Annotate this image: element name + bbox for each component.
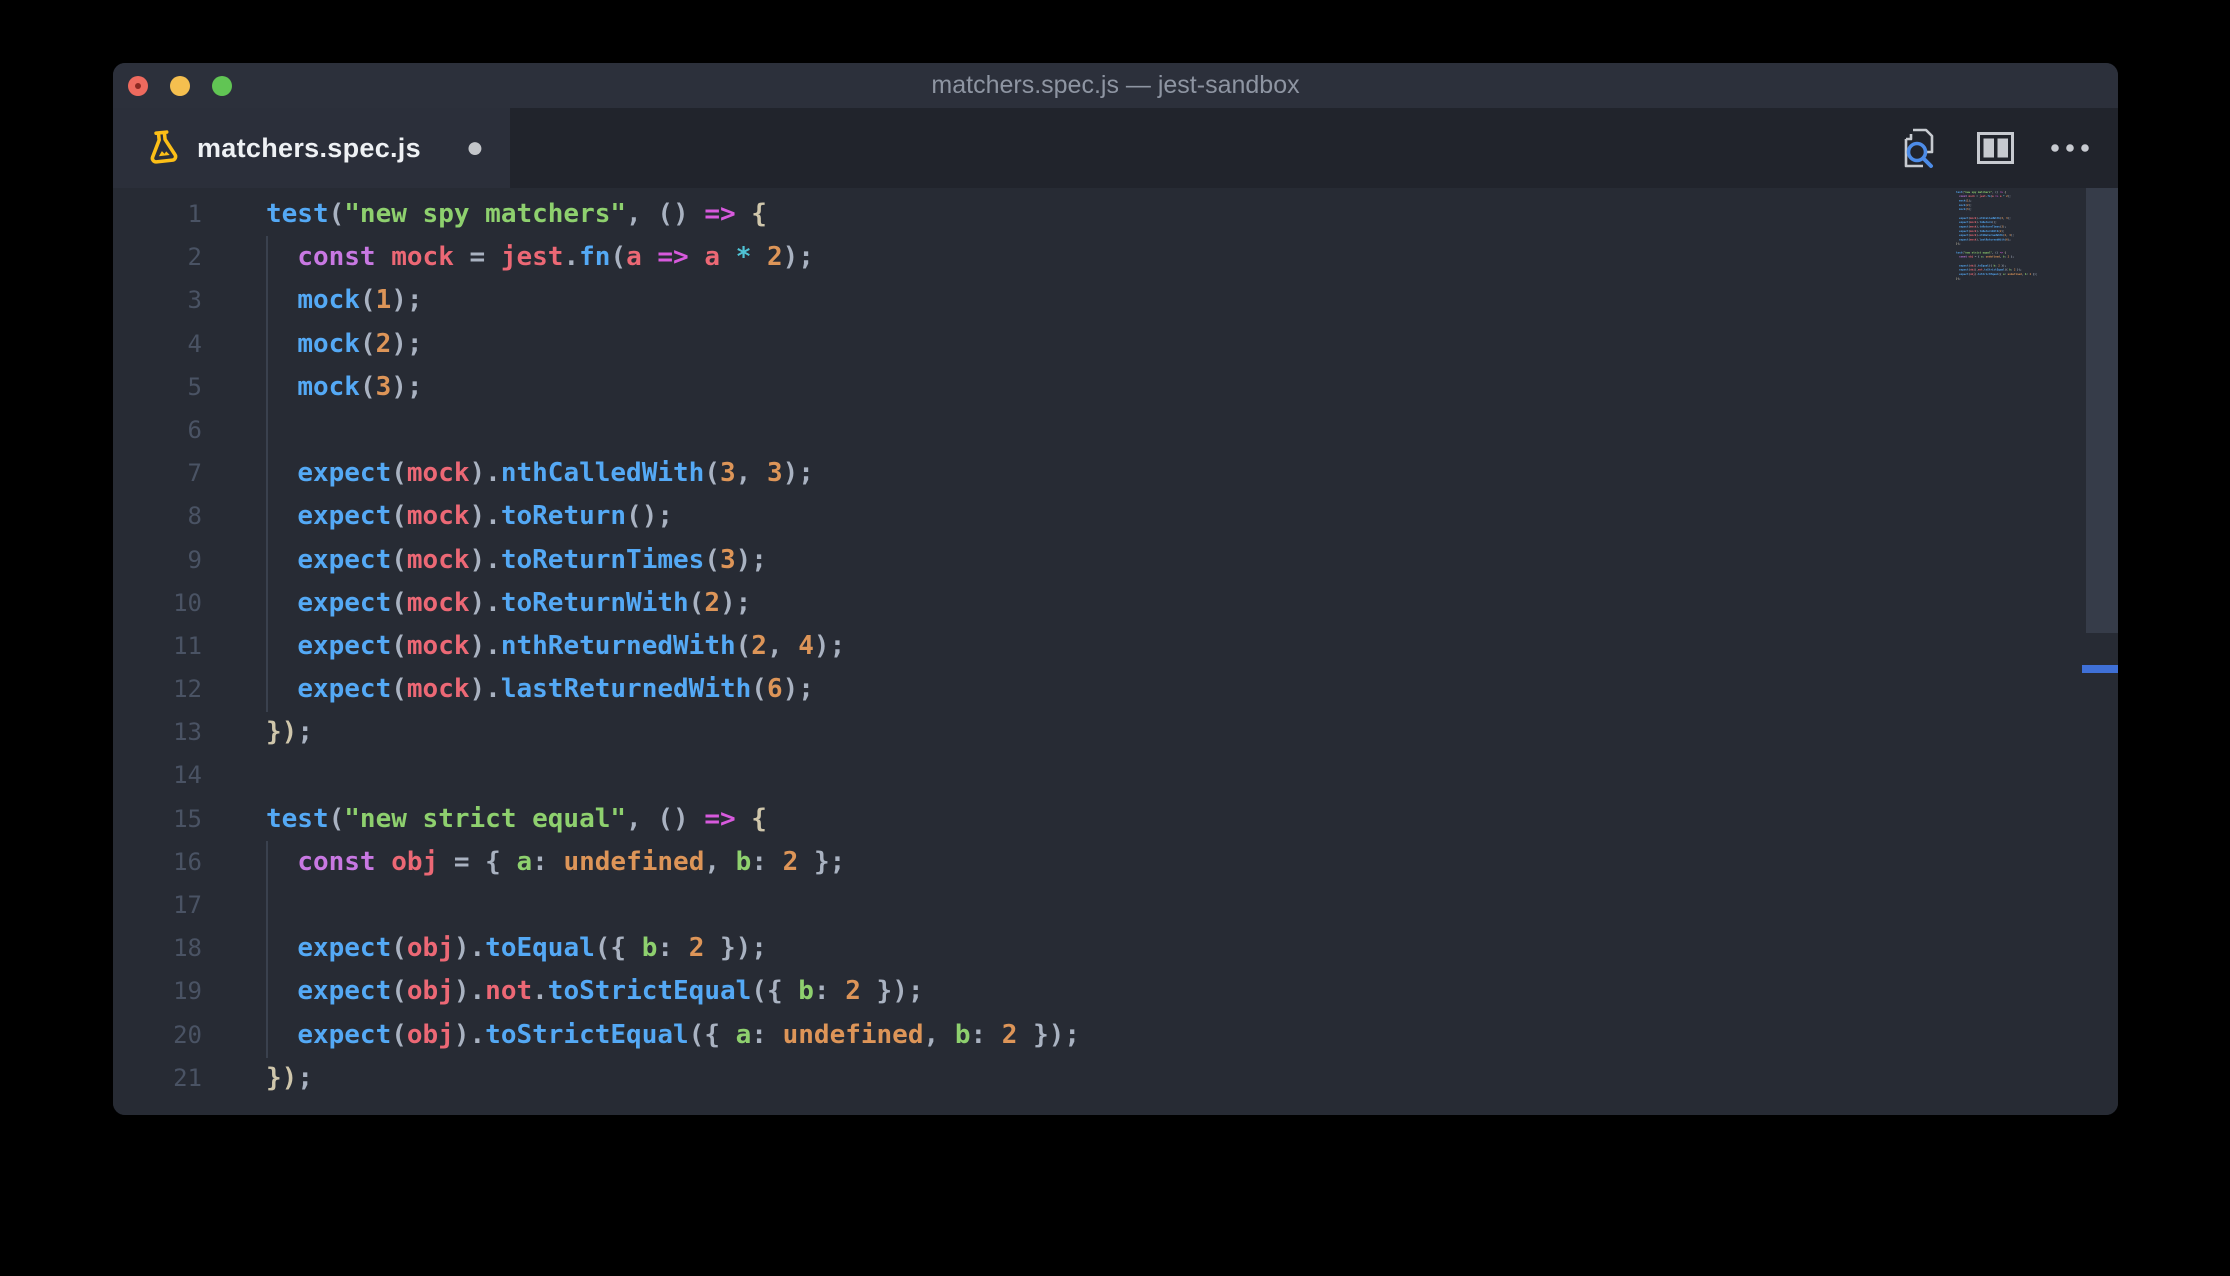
- minimap-line: });: [1956, 276, 1961, 280]
- code-line[interactable]: [266, 884, 1080, 927]
- flask-test-icon: [146, 129, 180, 167]
- traffic-lights: [128, 75, 232, 96]
- code-line[interactable]: expect(mock).toReturnTimes(3);: [266, 539, 1080, 582]
- line-number: 17: [173, 891, 202, 919]
- titlebar[interactable]: matchers.spec.js — jest-sandbox: [113, 63, 2118, 108]
- line-number: 10: [173, 588, 202, 617]
- ellipsis-icon: [2049, 143, 2093, 153]
- line-number: 7: [187, 459, 202, 488]
- code-line[interactable]: });: [266, 1057, 1080, 1100]
- split-editor-button[interactable]: [1973, 125, 2017, 171]
- code-line[interactable]: expect(obj).toEqual({ b: 2 });: [266, 927, 1080, 970]
- zoom-button[interactable]: [212, 75, 232, 96]
- line-number: 9: [187, 545, 202, 574]
- code-line[interactable]: mock(3);: [266, 366, 1080, 409]
- code-line[interactable]: mock(2);: [266, 323, 1080, 366]
- code-line[interactable]: expect(mock).lastReturnedWith(6);: [266, 668, 1080, 711]
- scrollbar[interactable]: [2082, 188, 2118, 1115]
- code-line[interactable]: expect(obj).toStrictEqual({ a: undefined…: [266, 1014, 1080, 1057]
- code-line[interactable]: const obj = { a: undefined, b: 2 };: [266, 841, 1080, 884]
- line-number-gutter: 1 2 3 4 5 6 7 8 9 10 11 12 13 14 15 16 17 18 19 20 21: [113, 193, 202, 1100]
- line-number: 6: [187, 415, 202, 444]
- close-button[interactable]: [128, 75, 148, 96]
- line-number: 15: [173, 804, 202, 833]
- line-number: 16: [173, 847, 202, 876]
- code-line[interactable]: expect(mock).toReturn();: [266, 495, 1080, 538]
- line-number: 14: [173, 761, 202, 790]
- line-number: 21: [173, 1063, 202, 1092]
- line-number: 3: [187, 286, 202, 315]
- code-line[interactable]: test("new spy matchers", () => {: [266, 193, 1080, 236]
- modified-dot[interactable]: ●: [466, 133, 484, 163]
- tab-matchers-spec[interactable]: matchers.spec.js ●: [113, 108, 510, 188]
- code-line[interactable]: expect(mock).nthReturnedWith(2, 4);: [266, 625, 1080, 668]
- overview-ruler-marker: [2082, 665, 2118, 673]
- line-number: 2: [187, 243, 202, 272]
- tab-bar: matchers.spec.js ●: [113, 108, 2118, 188]
- minimap[interactable]: test("new spy matchers", () => { const m…: [1956, 190, 2056, 281]
- code-line[interactable]: test("new strict equal", () => {: [266, 798, 1080, 841]
- code-line[interactable]: expect(mock).toReturnWith(2);: [266, 582, 1080, 625]
- more-actions-button[interactable]: [2049, 125, 2093, 171]
- line-number: 18: [173, 934, 202, 963]
- app-window: matchers.spec.js — jest-sandbox matchers…: [113, 63, 2118, 1115]
- code-line[interactable]: [266, 409, 1080, 452]
- editor-pane[interactable]: 1 2 3 4 5 6 7 8 9 10 11 12 13 14 15 16 17 18 19 20 21 test("…: [113, 188, 2118, 1115]
- code-line[interactable]: const mock = jest.fn(a => a * 2);: [266, 236, 1080, 279]
- code-area[interactable]: test("new spy matchers", () => { const m…: [266, 193, 1080, 1100]
- search-editor-icon: [1897, 125, 1941, 171]
- line-number: 12: [173, 675, 202, 704]
- line-number: 13: [173, 718, 202, 747]
- window-title: matchers.spec.js — jest-sandbox: [931, 71, 1300, 99]
- minimize-button[interactable]: [170, 75, 190, 96]
- code-line[interactable]: [266, 754, 1080, 797]
- code-line[interactable]: expect(obj).not.toStrictEqual({ b: 2 });: [266, 970, 1080, 1013]
- scrollbar-thumb[interactable]: [2086, 188, 2118, 633]
- line-number: 19: [173, 977, 202, 1006]
- editor-actions: [1897, 108, 2118, 188]
- line-number: 1: [187, 200, 202, 228]
- line-number: 8: [187, 502, 202, 531]
- search-editor-button[interactable]: [1897, 125, 1941, 171]
- code-line[interactable]: mock(1);: [266, 279, 1080, 322]
- line-number: 4: [187, 329, 202, 358]
- tab-label: matchers.spec.js: [197, 132, 421, 163]
- split-editor-icon: [1976, 132, 2014, 164]
- code-line[interactable]: expect(mock).nthCalledWith(3, 3);: [266, 452, 1080, 495]
- line-number: 20: [173, 1020, 202, 1049]
- line-number: 5: [187, 372, 202, 401]
- line-number: 11: [173, 631, 202, 660]
- code-line[interactable]: });: [266, 711, 1080, 754]
